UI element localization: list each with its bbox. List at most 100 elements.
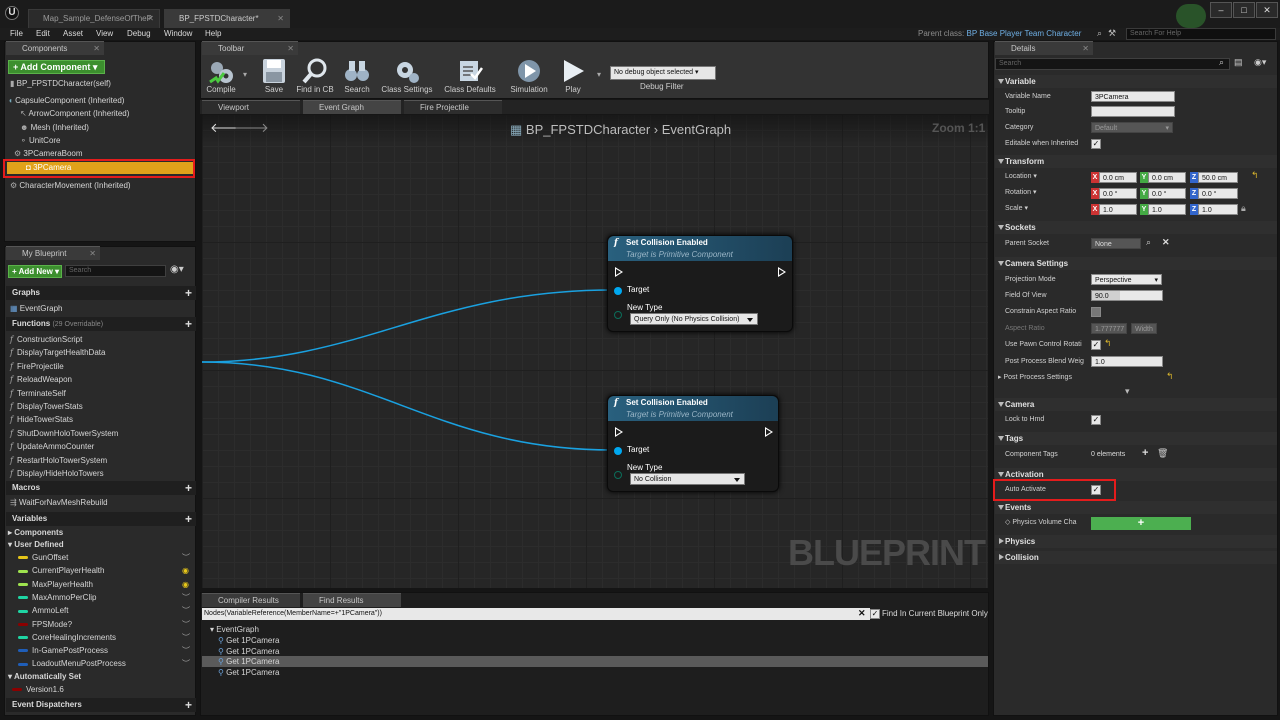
functions-header[interactable]: Functions (29 Overridable) + [6,317,196,331]
add-new-button[interactable]: + Add New ▾ [8,265,62,278]
list-view-icon[interactable]: ▤ [1234,57,1243,68]
function-item[interactable]: f Display/HideHoloTowers [10,467,104,480]
section-transform[interactable]: Transform [995,155,1277,168]
new-type-select[interactable]: No Collision [630,473,745,485]
variable-item[interactable]: AmmoLeft ︶ [18,604,190,617]
section-collision[interactable]: Collision [995,551,1277,564]
projection-select[interactable]: Perspective ▾ [1091,274,1162,285]
details-search-input[interactable]: Search [995,58,1230,70]
menu-edit[interactable]: Edit [36,28,50,40]
var-item-version[interactable]: Version1.6 [12,683,64,696]
location-y-input[interactable]: 0.0 cm [1148,172,1186,183]
menu-window[interactable]: Window [164,28,192,40]
debug-object-select[interactable]: No debug object selected ▾ [610,66,716,80]
function-item[interactable]: f TerminateSelf [10,387,66,400]
variable-item[interactable]: CoreHealingIncrements ︶ [18,631,190,644]
function-item[interactable]: f DisplayTargetHealthData [10,346,105,359]
component-self[interactable]: ▮ BP_FPSTDCharacter(self) [10,78,111,90]
visibility-eye-icon[interactable]: ︶ [182,551,190,564]
close-window-button[interactable]: ✕ [1256,2,1278,18]
eye-icon[interactable]: ◉▾ [1254,57,1266,68]
scale-label[interactable]: Scale ▾ [1005,203,1088,215]
graph-item-eventgraph[interactable]: ▦ EventGraph [10,302,62,315]
class-defaults-button[interactable]: Class Defaults [442,56,498,96]
component-capsule[interactable]: ◖ CapsuleComponent (Inherited) [8,95,124,107]
exec-in-pin[interactable] [615,427,623,437]
notification-icon[interactable] [1176,4,1206,28]
target-pin[interactable] [614,287,622,295]
scale-y-input[interactable]: 1.0 [1148,204,1186,215]
rotation-x-input[interactable]: 0.0 ° [1099,188,1137,199]
visibility-eye-icon[interactable]: ︶ [182,591,190,604]
search-icon[interactable]: ⌕ [1097,28,1102,39]
function-item[interactable]: f ShutDownHoloTowerSystem [10,427,118,440]
current-bp-checkbox[interactable]: ✓ [870,609,880,619]
compile-button[interactable]: Compile [198,56,244,96]
visibility-eye-icon[interactable]: ︶ [182,657,190,670]
tab-find-results[interactable]: Find Results [303,593,401,607]
tab-viewport[interactable]: Viewport [202,100,300,114]
location-label[interactable]: Location ▾ [1005,171,1088,183]
section-variable[interactable]: Variable [995,75,1277,88]
menu-help[interactable]: Help [205,28,221,40]
scale-x-input[interactable]: 1.0 [1099,204,1137,215]
variable-item[interactable]: GunOffset ︶ [18,551,190,564]
result-item[interactable]: ⚲ Get 1PCamera [202,656,988,668]
fov-input[interactable]: 90.0 [1091,290,1163,301]
target-pin[interactable] [614,447,622,455]
function-item[interactable]: f FireProjectile [10,360,64,373]
new-type-pin[interactable] [614,471,622,479]
result-item[interactable]: ⚲ Get 1PCamera [202,635,988,646]
editable-checkbox[interactable]: ✓ [1091,139,1101,149]
component-arrow[interactable]: ↖ ArrowComponent (Inherited) [20,108,129,120]
my-blueprint-tab[interactable]: My Blueprint ✕ [6,246,100,260]
variable-item[interactable]: FPSMode? ︶ [18,618,190,631]
maximize-button[interactable]: □ [1233,2,1255,18]
reset-arrow-icon[interactable]: ↰ [1251,170,1259,181]
save-button[interactable]: Save [251,56,297,96]
add-event-button[interactable]: + [1091,517,1191,530]
add-function-icon[interactable]: + [185,317,192,331]
function-item[interactable]: f ReloadWeapon [10,373,72,386]
variables-header[interactable]: Variables + [6,512,196,526]
function-item[interactable]: f ConstructionScript [10,333,82,346]
tab-map[interactable]: Map_Sample_DefenseOfTheP ✕ [28,9,160,28]
function-item[interactable]: f UpdateAmmoCounter [10,440,94,453]
help-search-input[interactable]: Search For Help [1126,28,1276,40]
find-in-cb-button[interactable]: Find in CB [292,56,338,96]
section-events[interactable]: Events [995,501,1277,514]
blend-weight-input[interactable]: 1.0 [1091,356,1163,367]
parent-socket-input[interactable]: None [1091,238,1141,249]
new-type-select[interactable]: Query Only (No Physics Collision) [630,313,758,325]
var-group-auto[interactable]: ▾ Automatically Set [8,670,81,683]
category-select[interactable]: Default ▾ [1091,122,1173,133]
menu-file[interactable]: File [10,28,23,40]
tab-compiler-results[interactable]: Compiler Results [202,593,300,607]
dispatchers-header[interactable]: Event Dispatchers + [6,698,196,712]
location-x-input[interactable]: 0.0 cm [1099,172,1137,183]
eye-icon[interactable]: ◉▾ [170,264,184,275]
play-button[interactable]: Play [550,56,596,96]
details-tab[interactable]: Details ✕ [995,41,1093,55]
node-set-collision-2[interactable]: f Set Collision Enabled Target is Primit… [607,395,779,492]
var-group-user[interactable]: ▾ User Defined [8,538,64,551]
menu-debug[interactable]: Debug [127,28,151,40]
parent-class-link[interactable]: BP Base Player Team Character [966,29,1081,38]
component-charmovement[interactable]: ⚙ CharacterMovement (Inherited) [10,180,131,192]
tab-blueprint[interactable]: BP_FPSTDCharacter* ✕ [164,9,290,28]
function-item[interactable]: f HideTowerStats [10,413,73,426]
close-icon[interactable]: ✕ [89,247,96,261]
add-macro-icon[interactable]: + [185,481,192,495]
close-icon[interactable]: ✕ [93,42,100,56]
clear-icon[interactable]: ✕ [1162,237,1170,248]
find-query-input[interactable]: Nodes(VariableReference(MemberName=+"1PC… [202,608,870,620]
toolbar-tab[interactable]: Toolbar ✕ [202,41,298,55]
wrench-icon[interactable]: ⚒ [1108,28,1116,39]
tooltip-input[interactable] [1091,106,1175,117]
lock-to-hmd-checkbox[interactable]: ✓ [1091,415,1101,425]
location-z-input[interactable]: 50.0 cm [1198,172,1238,183]
class-settings-button[interactable]: Class Settings [380,56,434,96]
tab-fire-projectile[interactable]: Fire Projectile [404,100,502,114]
reset-arrow-icon[interactable]: ↰ [1166,371,1174,382]
variable-name-input[interactable]: 3PCamera [1091,91,1175,102]
